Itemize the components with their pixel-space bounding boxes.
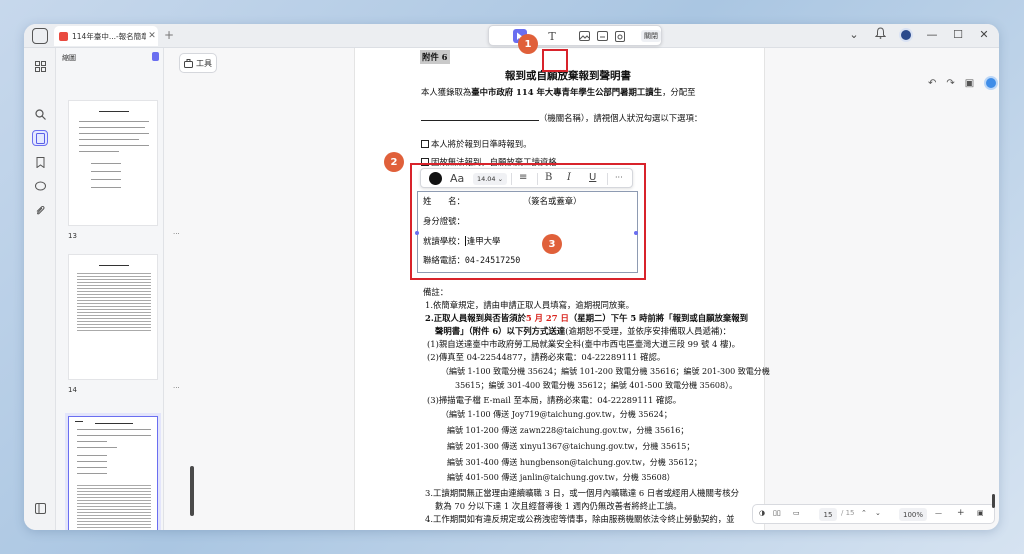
fit-page-icon[interactable]: ▣ — [977, 509, 984, 517]
note-2-1: (1)親自送達臺中市政府勞工局就業安全科(臺中市西屯區臺灣大道三段 99 號 4… — [427, 339, 741, 349]
thumbnail-more-button[interactable]: ··· — [173, 230, 180, 238]
tab-close-icon[interactable]: ✕ — [146, 31, 158, 41]
window-controls: ⌄ — ☐ ✕ — [847, 27, 991, 42]
thumbnail-scrollbar[interactable] — [190, 466, 194, 516]
search-icon[interactable] — [32, 106, 48, 122]
step-marker-2: 2 — [384, 152, 404, 172]
email-2: 編號 101-200 傳送 zawn228@taichung.gov.tw，分機… — [447, 426, 689, 435]
note-3: 3.工讀期間無正當理由連續曠職 3 日，或一個月內曠職達 6 日者或經用人機關考… — [425, 488, 740, 498]
thumbnail-panel: 縮圖 13 ··· 14 ··· — [56, 48, 194, 530]
thumbnail-more-button[interactable]: ··· — [173, 384, 180, 392]
redo-icon[interactable]: ↷ — [946, 78, 954, 89]
page-total: / 15 — [841, 509, 855, 517]
thumbnail-page-number: 14 — [68, 386, 77, 394]
notes-title: 備註： — [423, 287, 449, 297]
attachment-label: 附件 6 — [420, 50, 450, 64]
note-2-2a: （編號 1-100 致電分機 35624；編號 101-200 致電分機 356… — [441, 367, 770, 376]
edit-toolbar: T 關閉 — [488, 25, 662, 46]
email-4: 編號 301-400 傳送 hungbenson@taichung.gov.tw… — [447, 458, 702, 467]
document-page: 附件 6 報到或自願放棄報到聲明書 本人獲錄取為臺中市政府 114 年大專青年學… — [354, 48, 770, 530]
right-top-controls: ↶ ↷ ▣ — [928, 76, 999, 90]
thumbnail-page-13[interactable] — [68, 100, 158, 226]
comment-icon[interactable] — [32, 178, 48, 194]
close-icon[interactable]: ✕ — [977, 28, 991, 41]
comment-mode-icon[interactable]: ▭ — [793, 509, 800, 517]
zoom-level[interactable]: 100% — [899, 508, 927, 521]
tab-title: 114年臺中...-報名簡章* — [72, 31, 146, 41]
new-tab-button[interactable]: + — [164, 28, 174, 42]
document-line-1: 本人獲錄取為臺中市政府 114 年大專青年學生公部門暑期工讀生，分配至 — [421, 87, 696, 97]
note-2: 2.正取人員報到與否皆須於5 月 27 日（星期二）下午 5 時前將「報到或自願… — [425, 313, 749, 323]
tools-button[interactable]: 工具 — [179, 53, 217, 73]
note-3-cont: 數為 70 分以下達 1 次且經督導後 1 週內仍無改善者將終止工讀。 — [435, 501, 682, 511]
close-edit-button[interactable]: 關閉 — [641, 30, 661, 42]
document-title: 報到或自願放棄報到聲明書 — [505, 70, 631, 82]
ai-assistant-icon[interactable] — [984, 76, 999, 90]
minimize-icon[interactable]: — — [925, 28, 939, 41]
note-2-2: (2)傳真至 04-22544877，請務必來電：04-22289111 確認。 — [427, 352, 666, 362]
chevron-down-icon[interactable]: ⌄ — [847, 28, 861, 41]
image-icon[interactable] — [577, 29, 591, 43]
add-text-icon[interactable]: T — [545, 29, 559, 43]
document-line-2: （機關名稱），請視個人狀況勾選以下選項： — [421, 112, 702, 124]
maximize-icon[interactable]: ☐ — [951, 28, 965, 41]
pin-icon[interactable] — [152, 52, 159, 61]
thumbnail-panel-title: 縮圖 — [62, 54, 76, 62]
email-3: 編號 201-300 傳送 xinyu1367@taichung.gov.tw，… — [447, 442, 695, 451]
reading-mode-icon[interactable]: ▯▯ — [773, 509, 781, 517]
email-1: （編號 1-100 傳送 Joy719@taichung.gov.tw，分機 3… — [441, 410, 672, 419]
note-2-3: (3)掃描電子檔 E-mail 至本局，請務必來電：04-22289111 確認… — [427, 395, 682, 405]
email-5: 編號 401-500 傳送 janlin@taichung.gov.tw，分機 … — [447, 473, 675, 482]
bell-icon[interactable] — [873, 27, 887, 42]
option-attend[interactable]: 本人將於報到日準時報到。 — [421, 138, 532, 150]
undo-icon[interactable]: ↶ — [928, 78, 936, 89]
zoom-in-button[interactable]: + — [957, 508, 965, 518]
document-tab[interactable]: 114年臺中...-報名簡章* ✕ — [54, 26, 158, 46]
link-icon[interactable] — [595, 29, 609, 43]
checkbox[interactable] — [421, 140, 429, 148]
thumbnail-page-number: 13 — [68, 232, 77, 240]
attachment-icon[interactable] — [32, 202, 48, 218]
prev-page-icon[interactable]: ⌃ — [861, 509, 867, 517]
note-4: 4.工作期間如有違反規定或公務洩密等情事，除由服務機關依法令終止勞動契約，並 — [425, 514, 735, 524]
thumbnail-page-15[interactable] — [68, 416, 158, 530]
tools-label: 工具 — [196, 58, 212, 68]
toolbox-icon — [184, 58, 193, 68]
layers-icon[interactable] — [32, 500, 48, 516]
step-marker-3: 3 — [542, 234, 562, 254]
step-icon[interactable]: ◑ — [759, 509, 765, 517]
page-number-input[interactable]: 15 — [819, 508, 837, 521]
page-scrollbar[interactable] — [992, 494, 995, 508]
note-2-2b: 35615；編號 301-400 致電分機 35612；編號 401-500 致… — [455, 381, 738, 390]
highlight-text-tool — [542, 49, 568, 72]
save-icon[interactable]: ▣ — [965, 78, 974, 89]
pdf-file-icon — [59, 31, 68, 41]
grid-icon[interactable] — [32, 58, 48, 74]
thumbnail-page-14[interactable] — [68, 254, 158, 380]
status-bar: ◑ ▯▯ ▭ 15 / 15 ⌃ ⌄ 100% — + ▣ — [752, 504, 995, 524]
page-edit-icon[interactable] — [32, 130, 48, 146]
highlight-edit-area — [410, 163, 646, 280]
step-marker-1: 1 — [518, 34, 538, 54]
bookmark-icon[interactable] — [32, 154, 48, 170]
left-rail — [24, 48, 56, 530]
watermark-icon[interactable] — [613, 29, 627, 43]
avatar[interactable] — [899, 27, 913, 42]
note-2-cont: 聲明書」（附件 6）以下列方式送達(逾期恕不受理，並依序安排備取人員遞補)： — [435, 326, 731, 336]
note-1: 1.依簡章規定，請由申請正取人員填寫，逾期視同放棄。 — [425, 300, 634, 310]
next-page-icon[interactable]: ⌄ — [875, 509, 881, 517]
zoom-out-button[interactable]: — — [935, 509, 942, 517]
home-icon[interactable] — [32, 28, 48, 44]
